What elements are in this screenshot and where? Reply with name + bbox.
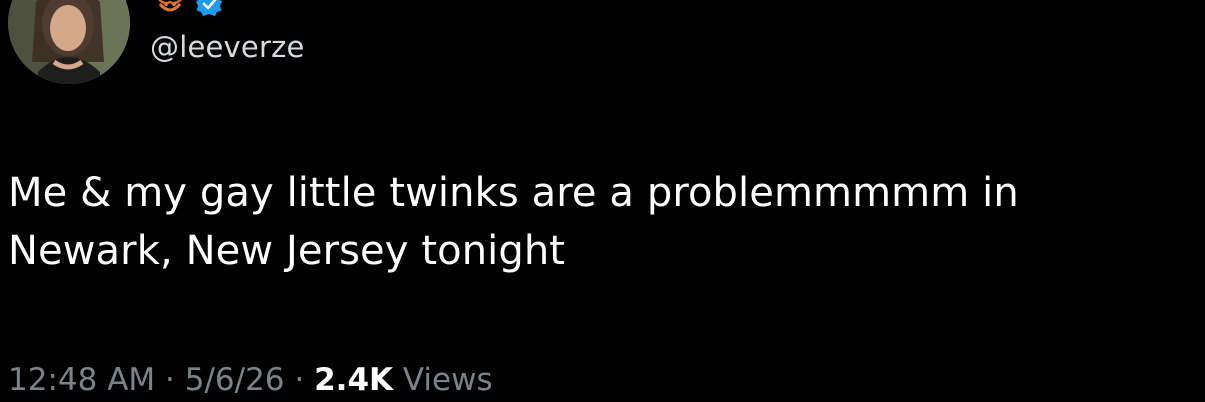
tweet-meta: 12:48 AM · 5/6/26 · 2.4K Views: [8, 358, 493, 402]
views-count[interactable]: 2.4K: [314, 362, 393, 398]
avatar[interactable]: [8, 0, 130, 84]
views-label[interactable]: Views: [403, 362, 493, 398]
name-row: [150, 0, 222, 16]
verified-badge-icon: [196, 0, 222, 16]
meta-separator: ·: [294, 362, 305, 398]
tweet-text: Me & my gay little twinks are a problemm…: [8, 164, 1158, 280]
tweet-text-line: Me & my gay little twinks are a problemm…: [8, 170, 1019, 216]
tweet-time[interactable]: 12:48 AM: [8, 362, 155, 398]
tweet-date[interactable]: 5/6/26: [185, 362, 285, 398]
avatar-photo: [8, 0, 130, 84]
user-handle[interactable]: @leeverze: [150, 27, 305, 67]
lobster-emoji-icon: [157, 0, 183, 12]
tweet-text-line: Newark, New Jersey tonight: [8, 228, 566, 274]
meta-separator: ·: [165, 362, 175, 398]
